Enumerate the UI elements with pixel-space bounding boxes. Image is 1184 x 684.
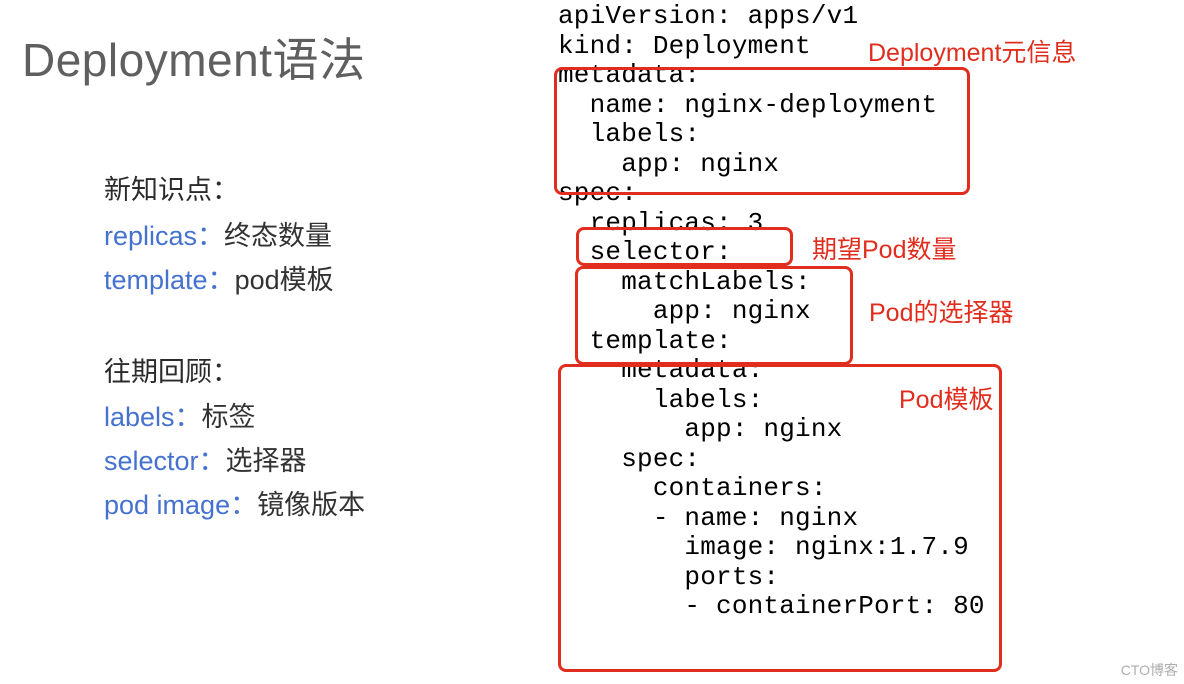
left-column: 新知识点： replicas：终态数量 template：pod模板 往期回顾：… xyxy=(104,170,365,529)
watermark-text: CTO博客 xyxy=(1121,660,1178,680)
kv-template: template：pod模板 xyxy=(104,260,365,302)
annotation-template: Pod模板 xyxy=(899,380,993,416)
section-review-title: 往期回顾： xyxy=(104,352,365,394)
kv-selector: selector：选择器 xyxy=(104,441,365,483)
kv-val: 镜像版本 xyxy=(257,490,365,520)
kv-key: replicas： xyxy=(104,221,224,251)
kv-val: pod模板 xyxy=(235,265,334,295)
kv-replicas: replicas：终态数量 xyxy=(104,216,365,258)
kv-key: template： xyxy=(104,265,235,295)
kv-labels: labels：标签 xyxy=(104,397,365,439)
slide-title: Deployment语法 xyxy=(22,24,365,90)
slide: Deployment语法 新知识点： replicas：终态数量 templat… xyxy=(0,0,1184,684)
kv-podimage: pod image：镜像版本 xyxy=(104,485,365,527)
annotation-metadata: Deployment元信息 xyxy=(868,33,1076,69)
kv-key: selector： xyxy=(104,446,226,476)
kv-key: labels： xyxy=(104,402,202,432)
kv-val: 选择器 xyxy=(226,446,307,476)
kv-key: pod image： xyxy=(104,490,257,520)
kv-val: 标签 xyxy=(202,402,256,432)
annotation-selector: Pod的选择器 xyxy=(869,293,1013,329)
section-new-title: 新知识点： xyxy=(104,170,365,212)
annotation-replicas: 期望Pod数量 xyxy=(812,230,956,266)
kv-val: 终态数量 xyxy=(224,221,332,251)
